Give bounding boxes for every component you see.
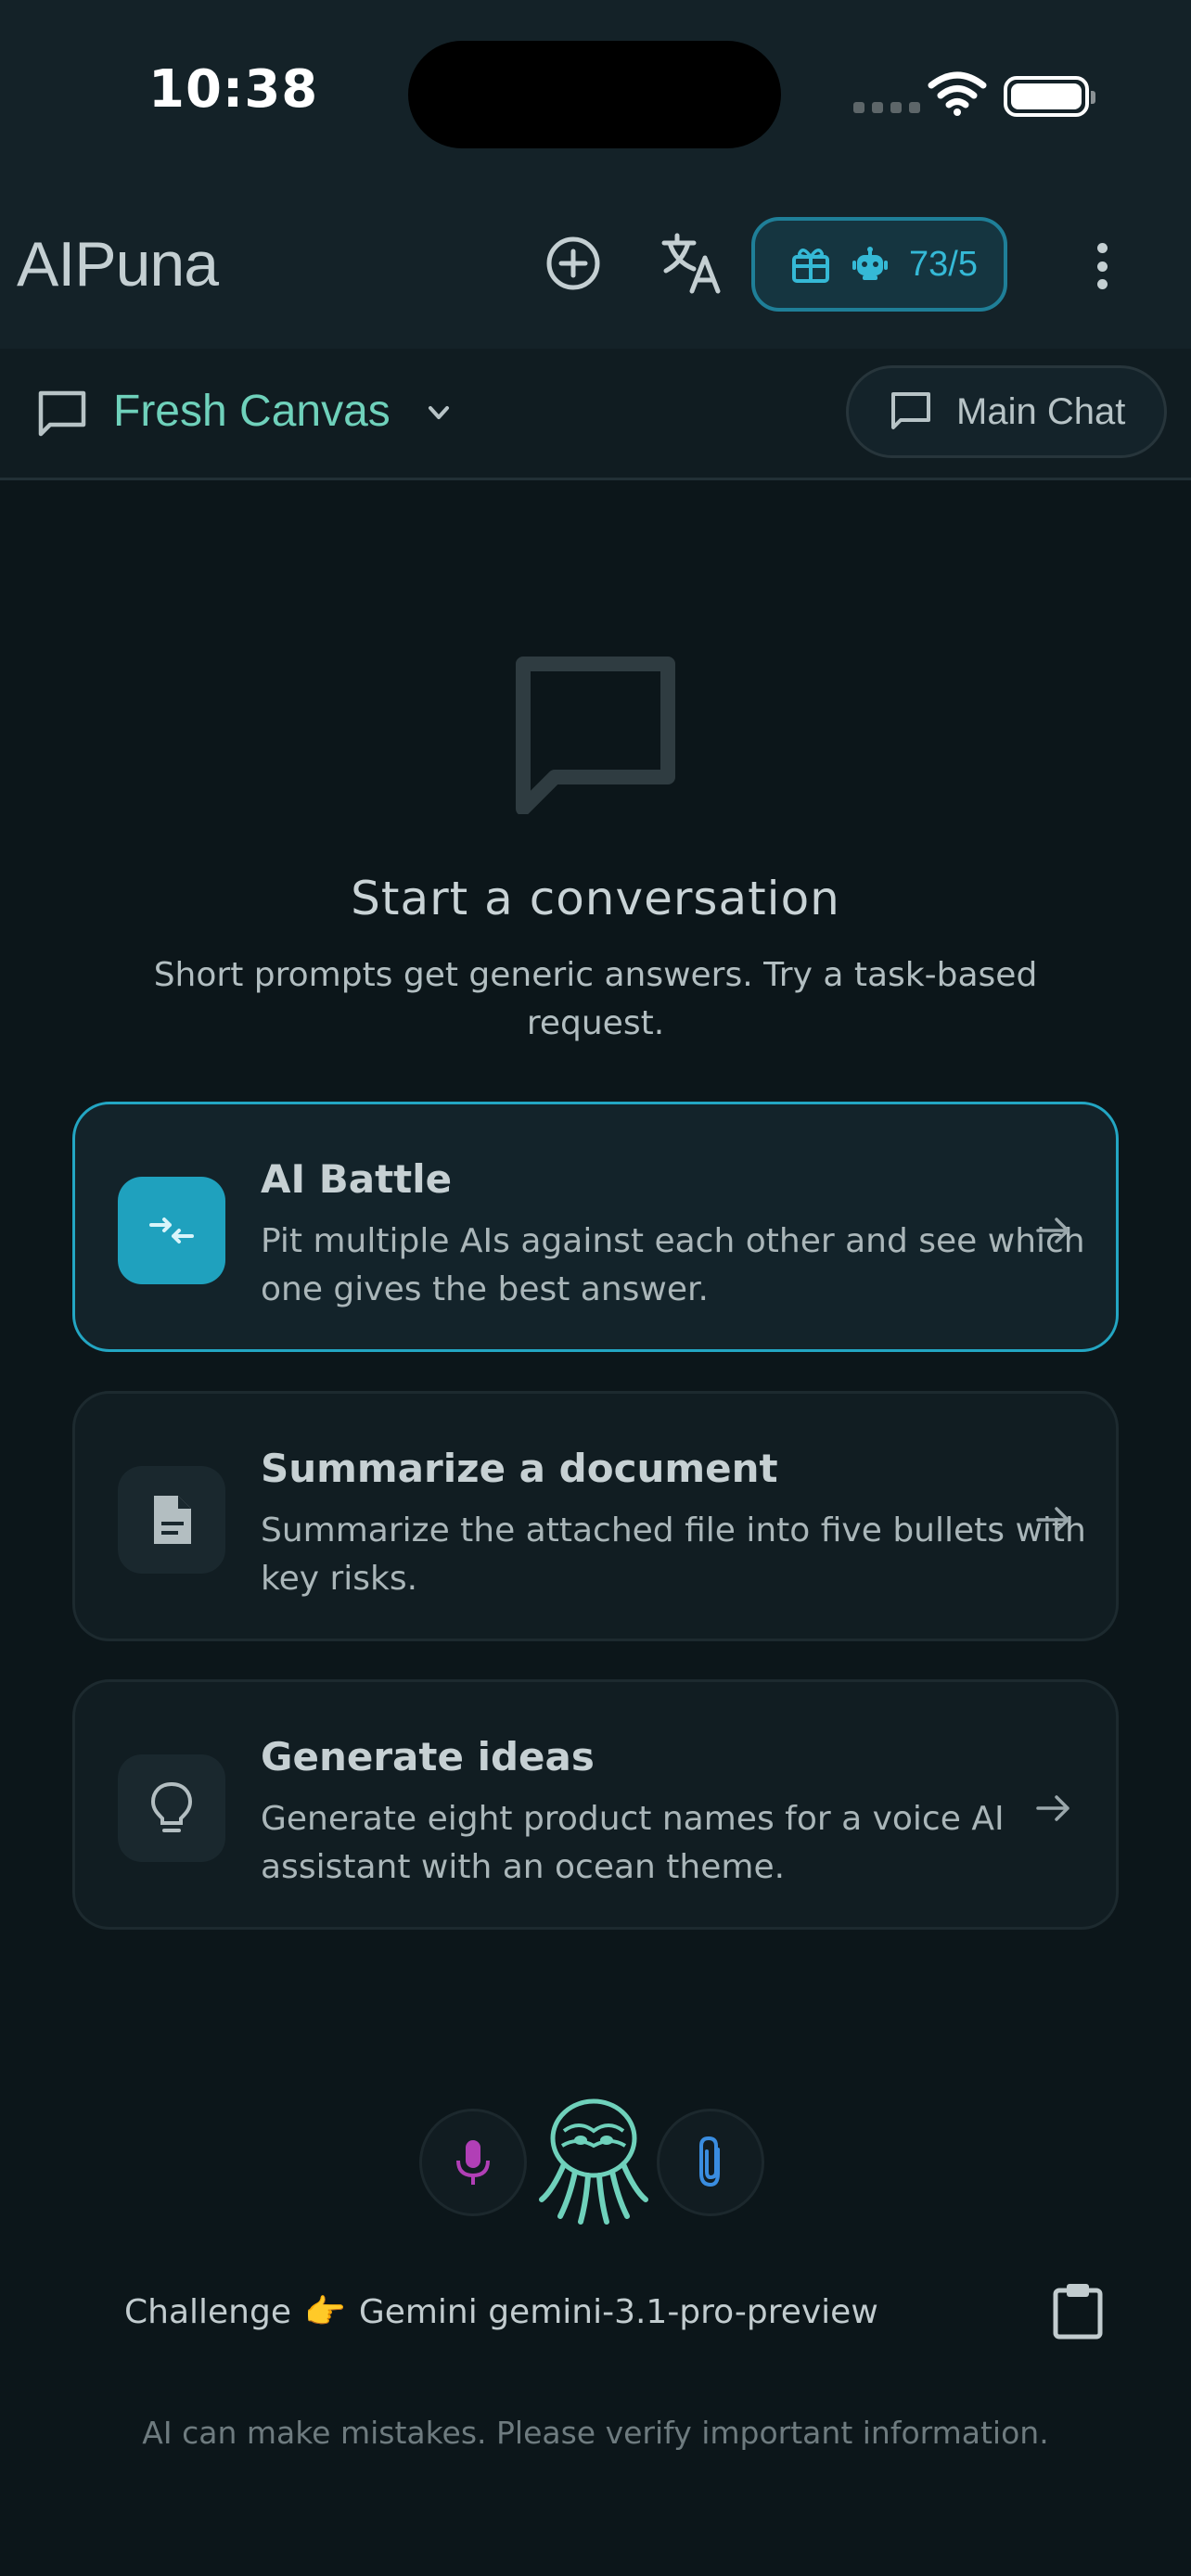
app-title: AIPuna xyxy=(17,229,219,300)
disclaimer: AI can make mistakes. Please verify impo… xyxy=(142,2415,1049,2451)
empty-state-subtitle: Short prompts get generic answers. Try a… xyxy=(153,956,1038,1042)
thread-selector[interactable]: Fresh Canvas xyxy=(113,386,391,437)
chat-bubble-icon xyxy=(891,392,930,429)
credits-button[interactable]: 73/5 xyxy=(751,217,1007,312)
plus-circle-icon[interactable] xyxy=(540,230,607,297)
paperclip-icon xyxy=(699,2136,720,2187)
card-title: AI Battle xyxy=(261,1156,453,1202)
card-title: Generate ideas xyxy=(261,1734,595,1779)
robot-icon xyxy=(852,247,888,280)
status-time: 10:38 xyxy=(148,59,319,120)
card-description: Pit multiple AIs against each other and … xyxy=(261,1222,1085,1308)
chat-bubble-icon xyxy=(38,390,86,437)
suggestion-card-ai-battle[interactable]: AI Battle Pit multiple AIs against each … xyxy=(72,1102,1119,1352)
dynamic-island xyxy=(408,41,781,148)
chevron-down-icon[interactable] xyxy=(423,397,455,428)
suggestion-card-summarize[interactable]: Summarize a document Summarize the attac… xyxy=(72,1391,1119,1641)
lightbulb-icon xyxy=(118,1754,225,1862)
challenge-info: Challenge 👉 Gemini gemini-3.1-pro-previe… xyxy=(124,2292,878,2332)
credit-count: 73/5 xyxy=(909,244,978,284)
octopus-mascot-icon[interactable] xyxy=(536,2098,651,2225)
arrow-right-icon xyxy=(1036,1218,1069,1243)
main-chat-button[interactable]: Main Chat xyxy=(846,365,1167,458)
clipboard-icon[interactable] xyxy=(1052,2281,1104,2340)
arrow-right-icon xyxy=(1036,1507,1069,1533)
battery-icon xyxy=(1004,76,1095,117)
translate-icon[interactable] xyxy=(659,230,725,297)
chat-bubble-large-icon xyxy=(516,657,675,814)
arrow-right-icon xyxy=(1036,1795,1069,1821)
thread-bar: Fresh Canvas Main Chat xyxy=(0,349,1191,480)
card-description: Generate eight product names for a voice… xyxy=(261,1800,1005,1886)
app-screen: 10:38 AIPuna 73/5 Fresh Canvas Main Chat… xyxy=(0,0,1191,2576)
document-icon xyxy=(118,1466,225,1574)
attach-button[interactable] xyxy=(657,2109,764,2216)
swap-arrows-icon xyxy=(118,1177,225,1284)
challenge-prefix: Challenge xyxy=(124,2292,291,2331)
challenge-model: Gemini gemini-3.1-pro-preview xyxy=(358,2292,878,2331)
microphone-button[interactable] xyxy=(419,2109,527,2216)
suggestion-card-generate-ideas[interactable]: Generate ideas Generate eight product na… xyxy=(72,1679,1119,1930)
wifi-icon xyxy=(928,71,987,116)
empty-state-title: Start a conversation xyxy=(351,872,840,925)
pointing-emoji: 👉 xyxy=(303,2293,346,2331)
more-vertical-icon[interactable] xyxy=(1093,243,1111,289)
card-title: Summarize a document xyxy=(261,1446,778,1491)
gift-icon xyxy=(792,249,829,283)
cellular-signal-icon xyxy=(853,102,920,113)
card-description: Summarize the attached file into five bu… xyxy=(261,1511,1086,1598)
main-chat-label: Main Chat xyxy=(956,390,1126,432)
microphone-icon xyxy=(456,2140,490,2185)
